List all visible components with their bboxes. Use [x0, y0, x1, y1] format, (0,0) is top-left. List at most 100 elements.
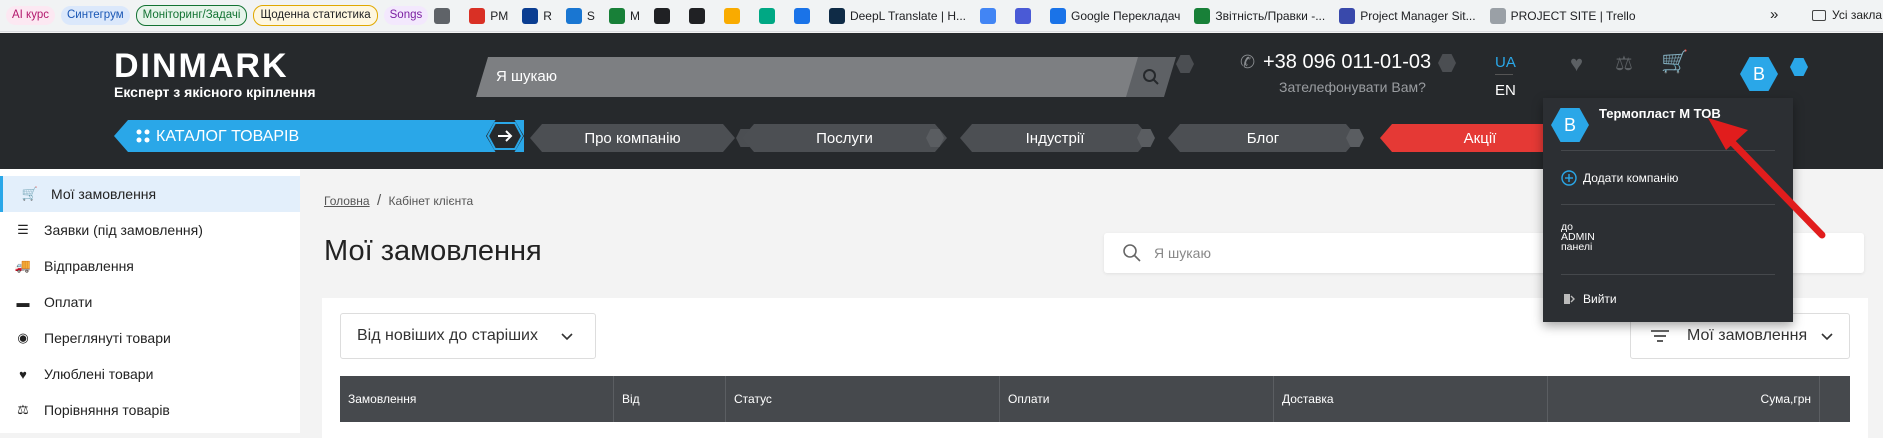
- bookmark-item[interactable]: DeepL Translate | H...: [828, 7, 966, 24]
- site-logo[interactable]: DINMARK: [114, 47, 289, 86]
- orders-search-placeholder: Я шукаю: [1154, 245, 1211, 261]
- breadcrumb-home[interactable]: Головна: [324, 194, 370, 208]
- bookmark-item[interactable]: Звітність/Правки -...: [1194, 7, 1326, 24]
- compare-icon: ⚖: [17, 402, 29, 417]
- menu-avatar: B: [1551, 108, 1589, 142]
- nav-about[interactable]: Про компанію: [530, 124, 735, 152]
- header-search-input[interactable]: Я шукаю: [476, 57, 1146, 97]
- sheets-icon: [608, 7, 625, 24]
- col-status[interactable]: Статус: [726, 376, 1000, 422]
- all-bookmarks[interactable]: Усі закла: [1812, 8, 1882, 22]
- truck-icon: 🚚: [14, 258, 32, 273]
- col-order[interactable]: Замовлення: [340, 376, 614, 422]
- bookmark-label: PROJECT SITE | Trello: [1510, 8, 1636, 23]
- bookmark-item[interactable]: [758, 7, 780, 24]
- plus-circle-icon: [1561, 170, 1577, 186]
- lang-ua[interactable]: UA: [1495, 54, 1516, 71]
- col-payments[interactable]: Оплати: [1000, 376, 1274, 422]
- bookmark-chip[interactable]: AI курс: [6, 6, 55, 25]
- card-icon: ▬: [16, 294, 30, 310]
- sidebar-item[interactable]: 🚚 Відправлення: [0, 248, 300, 284]
- add-company-button[interactable]: Додати компанію: [1561, 170, 1678, 186]
- bookmark-item[interactable]: [723, 7, 745, 24]
- orders-filter-label: Мої замовлення: [1687, 327, 1808, 344]
- bookmark-label: Звітність/Правки -...: [1215, 8, 1326, 23]
- bookmark-item[interactable]: [653, 7, 675, 24]
- phone-number[interactable]: +38 096 011-01-03: [1263, 51, 1431, 74]
- account-dropdown-icon[interactable]: [1790, 58, 1808, 76]
- bookmark-item[interactable]: [980, 7, 1001, 24]
- bookmark-item[interactable]: [1015, 7, 1036, 24]
- nav-services-label: Послуги: [816, 129, 873, 147]
- account-avatar[interactable]: B: [1740, 57, 1778, 91]
- bookmark-chip[interactable]: Songs: [383, 6, 429, 25]
- list-icon: ☰: [17, 222, 29, 237]
- bookmark-label: Google Перекладач: [1071, 8, 1181, 23]
- cart-icon[interactable]: 🛒: [1661, 49, 1688, 75]
- dark-app-icon: [688, 7, 705, 24]
- openai-icon: [653, 7, 670, 24]
- col-from[interactable]: Від: [614, 376, 726, 422]
- company-name[interactable]: Термопласт М ТОВ: [1599, 106, 1721, 121]
- sheets-icon: [1194, 7, 1211, 24]
- bookmark-item[interactable]: Project Manager Sit...: [1339, 7, 1476, 24]
- page-title: Мої замовлення: [324, 235, 542, 267]
- sidebar-item[interactable]: ☰ Заявки (під замовлення): [0, 212, 300, 248]
- bookmark-item[interactable]: [688, 7, 710, 24]
- bookmark-item[interactable]: Google Перекладач: [1050, 7, 1181, 24]
- account-menu: B Термопласт М ТОВ Додати компанію до AD…: [1543, 98, 1793, 322]
- deepl-icon: [828, 7, 845, 24]
- bookmark-item[interactable]: PM: [469, 7, 509, 24]
- compare-icon[interactable]: ⚖: [1615, 51, 1633, 76]
- callback-link[interactable]: Зателефонувати Вам?: [1279, 79, 1426, 95]
- bookmark-label: PM: [490, 8, 509, 23]
- admin-panel-link[interactable]: до ADMIN панелі: [1561, 222, 1595, 253]
- catalog-button[interactable]: КАТАЛОГ ТОВАРІВ: [114, 120, 524, 152]
- s-icon: [565, 7, 582, 24]
- phone-arrow-icon: [1438, 54, 1456, 72]
- menu-divider: [1561, 204, 1775, 205]
- r-icon: [522, 7, 539, 24]
- bookmarks-more-icon[interactable]: »: [1770, 6, 1778, 23]
- sidebar-item[interactable]: ▬ Оплати: [0, 284, 300, 320]
- bookmark-item[interactable]: S: [565, 7, 595, 24]
- favorites-icon[interactable]: ♥: [1570, 51, 1583, 77]
- bookmark-label: Project Manager Sit...: [1360, 8, 1476, 23]
- sidebar-item[interactable]: 🛒 Мої замовлення: [0, 176, 300, 212]
- sidebar-item[interactable]: ⚖ Порівняння товарів: [0, 392, 300, 428]
- bookmark-item[interactable]: [793, 7, 815, 24]
- nav-services[interactable]: Послуги: [742, 124, 947, 152]
- nav-industries[interactable]: Індустрії: [960, 124, 1150, 152]
- logout-icon: [1564, 294, 1575, 304]
- sidebar-item[interactable]: ♥ Улюблені товари: [0, 356, 300, 392]
- col-delivery[interactable]: Доставка: [1274, 376, 1548, 422]
- add-company-label: Додати компанію: [1583, 171, 1679, 185]
- bookmark-label: DeepL Translate | H...: [849, 8, 966, 23]
- bookmark-item[interactable]: [434, 7, 455, 24]
- bookmark-chip[interactable]: Синтегрум: [61, 6, 130, 25]
- psi-icon: [1015, 7, 1031, 24]
- col-sum[interactable]: Сума,грн: [1548, 376, 1820, 422]
- bookmark-chip[interactable]: Моніторинг/Задачі: [135, 5, 248, 26]
- bookmark-item[interactable]: R: [522, 7, 552, 24]
- nav-industries-label: Індустрії: [1025, 129, 1085, 147]
- bookmark-item[interactable]: M: [608, 7, 640, 24]
- admin-line-3: панелі: [1561, 241, 1593, 253]
- nav-blog[interactable]: Блог: [1168, 124, 1358, 152]
- sort-select[interactable]: Від новіших до старіших: [340, 313, 596, 359]
- catalog-label: КАТАЛОГ ТОВАРІВ: [156, 128, 300, 145]
- sidebar-item[interactable]: ◉ Переглянуті товари: [0, 320, 300, 356]
- catalog-grid-icon: [136, 129, 150, 143]
- bookmark-chip[interactable]: Щоденна статистика: [253, 5, 378, 26]
- nav-about-label: Про компанію: [584, 129, 681, 147]
- lang-en[interactable]: EN: [1495, 82, 1516, 99]
- search-icon: [1123, 244, 1141, 262]
- breadcrumb-current: Кабінет клієнта: [388, 194, 474, 208]
- sidebar-item-label: Відправлення: [44, 258, 134, 274]
- bookmark-label: S: [586, 8, 595, 23]
- logout-button[interactable]: Вийти: [1563, 292, 1617, 306]
- orders-table-header: Замовлення Від Статус Оплати Доставка Су…: [340, 376, 1850, 422]
- sidebar-item-label: Оплати: [44, 294, 93, 310]
- breadcrumb: Головна / Кабінет клієнта: [324, 192, 473, 209]
- bookmark-item[interactable]: PROJECT SITE | Trello: [1489, 7, 1636, 24]
